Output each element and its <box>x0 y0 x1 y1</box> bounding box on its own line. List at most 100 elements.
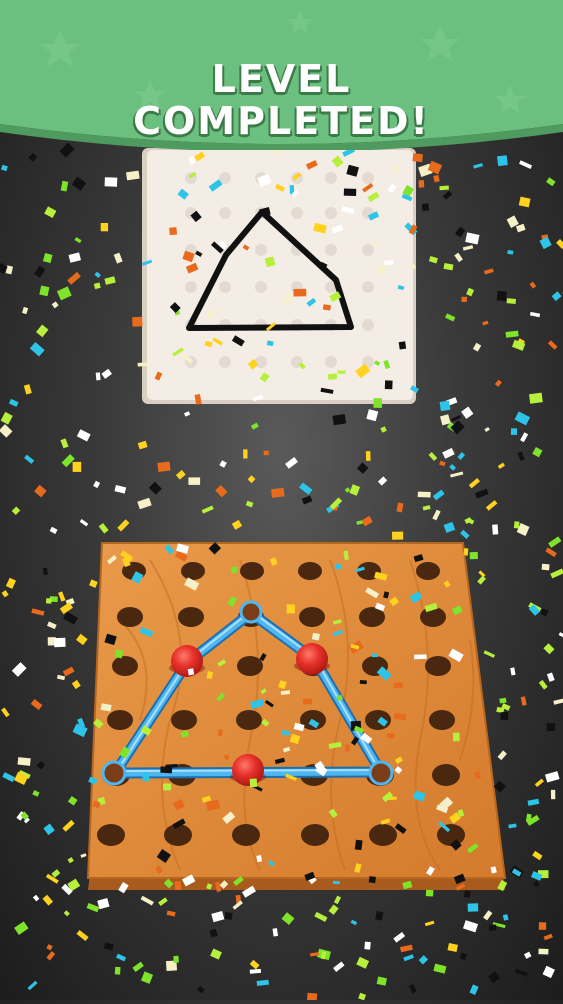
confetti-piece <box>197 986 205 994</box>
confetti-piece <box>37 761 46 770</box>
confetti-piece <box>63 667 75 677</box>
confetti-piece <box>176 470 186 480</box>
confetti-piece <box>33 895 39 902</box>
confetti-piece <box>465 232 479 244</box>
confetti-piece <box>453 733 460 742</box>
confetti-piece <box>469 478 480 488</box>
confetti-piece <box>538 949 548 955</box>
confetti-piece <box>445 313 455 321</box>
confetti-piece <box>422 203 429 211</box>
confetti-piece <box>450 471 463 477</box>
confetti-piece <box>67 272 81 285</box>
confetti-piece <box>89 579 98 587</box>
confetti-piece <box>439 461 446 467</box>
confetti-piece <box>303 699 312 705</box>
confetti-piece <box>2 772 15 782</box>
confetti-piece <box>94 272 101 278</box>
confetti-piece <box>250 779 257 788</box>
confetti-piece <box>482 321 488 326</box>
confetti-piece <box>184 411 190 416</box>
confetti-piece <box>173 956 179 963</box>
confetti-piece <box>117 519 129 531</box>
confetti-piece <box>484 650 496 658</box>
confetti-piece <box>543 643 554 654</box>
confetti-piece <box>44 206 56 218</box>
confetti-piece <box>210 929 218 938</box>
confetti-piece <box>396 503 403 513</box>
confetti-piece <box>412 153 422 162</box>
confetti-piece <box>440 414 451 425</box>
confetti-piece <box>548 536 561 548</box>
confetti-piece <box>75 237 82 243</box>
confetti-piece <box>2 590 9 597</box>
confetti-piece <box>473 163 483 169</box>
confetti-piece <box>468 903 479 912</box>
confetti-piece <box>24 455 34 464</box>
confetti-piece <box>414 654 427 659</box>
confetti-piece <box>550 568 563 578</box>
confetti-piece <box>533 881 539 887</box>
confetti-piece <box>478 570 485 577</box>
confetti-piece <box>96 372 101 380</box>
confetti-piece <box>409 984 417 993</box>
confetti-piece <box>378 476 387 485</box>
confetti-piece <box>433 490 445 501</box>
confetti-piece <box>132 962 143 972</box>
confetti-piece <box>360 680 367 684</box>
confetti-piece <box>469 984 478 995</box>
confetti-piece <box>545 547 557 557</box>
confetti-piece <box>542 564 550 571</box>
confetti-piece <box>498 750 507 760</box>
confetti-piece <box>399 341 406 349</box>
confetti-piece <box>511 428 517 435</box>
confetti-piece <box>0 424 12 438</box>
banner-title-line1: LEVEL <box>0 58 563 100</box>
confetti-piece <box>440 401 451 411</box>
confetti-piece <box>503 914 509 921</box>
confetti-piece <box>450 420 464 434</box>
confetti-piece <box>439 186 449 191</box>
confetti-piece <box>559 632 563 640</box>
confetti-piece <box>375 911 383 921</box>
confetti-piece <box>57 286 72 300</box>
confetti-piece <box>250 960 260 970</box>
confetti-piece <box>384 260 394 265</box>
confetti-piece <box>273 928 279 936</box>
confetti-piece <box>251 423 259 430</box>
confetti-piece <box>466 288 474 297</box>
confetti-piece <box>366 409 378 421</box>
confetti-piece <box>484 427 489 432</box>
confetti-piece <box>545 771 560 782</box>
confetti-piece <box>64 910 70 916</box>
confetti-piece <box>68 796 78 806</box>
confetti-piece <box>380 426 387 433</box>
confetti-piece <box>87 903 100 912</box>
confetti-piece <box>104 943 114 951</box>
confetti-piece <box>246 501 254 508</box>
confetti-piece <box>132 317 142 327</box>
confetti-piece <box>385 380 393 389</box>
confetti-piece <box>31 608 44 615</box>
confetti-piece <box>443 263 453 270</box>
confetti-piece <box>532 851 542 860</box>
confetti-piece <box>126 171 140 181</box>
confetti-piece <box>373 398 382 408</box>
confetti-piece <box>142 772 149 781</box>
confetti-piece <box>400 945 413 953</box>
confetti-piece <box>334 896 341 905</box>
confetti-piece <box>423 505 431 510</box>
confetti-piece <box>211 911 224 922</box>
confetti-piece <box>369 876 376 883</box>
confetti-piece <box>393 682 403 688</box>
confetti-piece <box>551 790 555 799</box>
confetti-piece <box>43 253 53 263</box>
confetti-piece <box>507 250 513 255</box>
confetti-piece <box>231 567 238 574</box>
confetti-piece <box>60 438 68 448</box>
confetti-piece <box>425 921 435 927</box>
confetti-piece <box>528 799 540 806</box>
confetti-piece <box>43 568 48 576</box>
confetti-piece <box>464 890 471 898</box>
confetti-piece <box>539 680 548 690</box>
confetti-piece <box>539 922 546 930</box>
